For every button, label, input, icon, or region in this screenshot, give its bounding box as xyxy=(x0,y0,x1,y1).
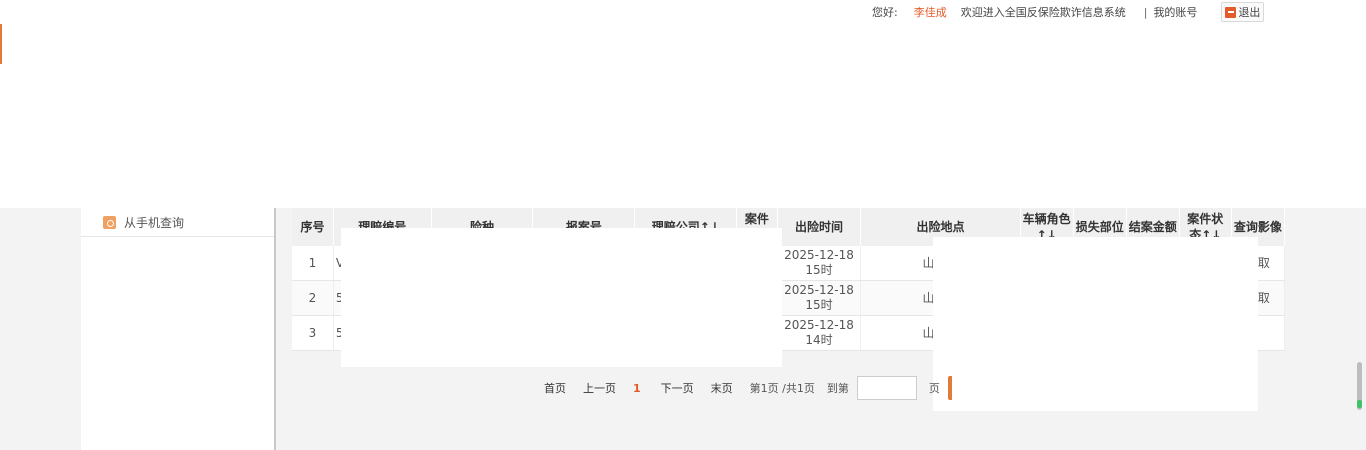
greeting-text: 您好: xyxy=(872,6,898,19)
first-page-link[interactable]: 首页 xyxy=(544,380,566,396)
goto-button[interactable] xyxy=(947,376,952,400)
cell-accident-time: 2025-12-18 15时 xyxy=(777,246,862,281)
page-suffix: 页 xyxy=(928,382,940,395)
cell-accident-time: 2025-12-18 15时 xyxy=(777,280,862,316)
next-page-link[interactable]: 下一页 xyxy=(661,380,694,396)
page-info: 第1页 /共1页 xyxy=(749,382,815,395)
goto-label: 到第 xyxy=(826,382,849,395)
nav-separator: | xyxy=(1143,5,1148,19)
header-accident-time: 出险时间 xyxy=(777,208,862,246)
cell-index: 3 xyxy=(292,315,334,351)
phone-search-icon xyxy=(103,215,116,229)
pagination: 首页 上一页 1 下一页 末页 第1页 /共1页 到第 页 xyxy=(544,375,952,401)
top-nav: 您好: 李佳成 欢迎进入全国反保险欺诈信息系统 | 我的账号 退出 xyxy=(872,2,1265,22)
logout-button[interactable]: 退出 xyxy=(1221,2,1265,22)
user-name[interactable]: 李佳成 xyxy=(914,4,947,20)
last-page-link[interactable]: 末页 xyxy=(711,380,733,396)
redaction-block xyxy=(933,237,1258,411)
sidebar-item-label: 从手机查询 xyxy=(124,215,185,230)
my-account-link[interactable]: 我的账号 xyxy=(1153,4,1197,20)
prev-page-link[interactable]: 上一页 xyxy=(583,380,616,396)
header-index: 序号 xyxy=(292,208,334,246)
goto-page-input[interactable] xyxy=(856,376,917,400)
current-page[interactable]: 1 xyxy=(633,382,641,395)
welcome-text: 欢迎进入全国反保险欺诈信息系统 xyxy=(960,6,1126,19)
cell-index: 2 xyxy=(292,280,334,316)
cell-accident-time: 2025-12-18 14时 xyxy=(777,315,862,351)
redaction-block xyxy=(341,228,782,367)
logout-icon xyxy=(1225,6,1237,18)
cell-index: 1 xyxy=(292,246,334,281)
sidebar-item-phone-search[interactable]: 从手机查询 xyxy=(81,208,274,237)
top-header: 您好: 李佳成 欢迎进入全国反保险欺诈信息系统 | 我的账号 退出 xyxy=(0,0,1366,208)
logout-label: 退出 xyxy=(1238,6,1261,19)
sidebar: 从手机查询 xyxy=(81,208,274,450)
scrollbar-indicator xyxy=(1357,400,1362,408)
header-accent-bar xyxy=(0,24,2,64)
sidebar-divider xyxy=(274,208,276,450)
